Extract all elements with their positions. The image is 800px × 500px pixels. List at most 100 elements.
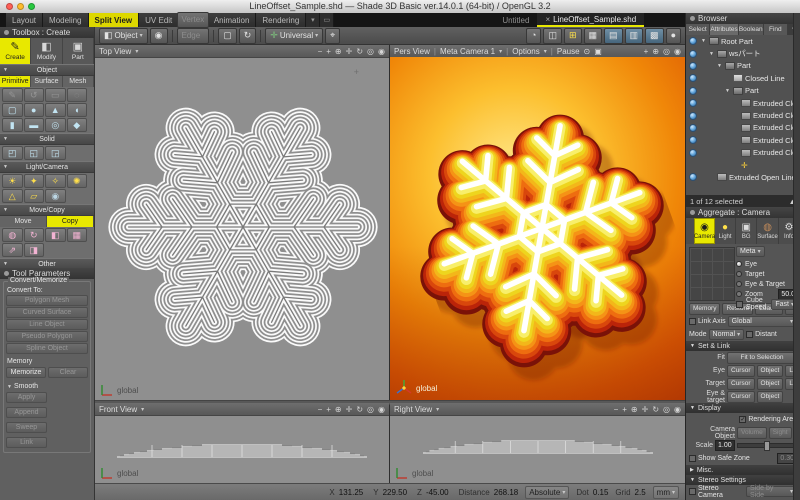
browser-tree-row[interactable]: ✛ (686, 159, 800, 171)
tab-overflow-button[interactable]: ▾ (306, 13, 320, 27)
section-misc[interactable]: ▶ Misc. (686, 465, 800, 475)
pers-options-menu[interactable]: Options (512, 47, 540, 56)
browser-header[interactable]: Browser (686, 13, 800, 24)
pose-tool-button[interactable]: ⌖ (325, 28, 340, 44)
camera-memory-button[interactable]: Memory (689, 303, 720, 315)
minimize-window-button[interactable] (17, 3, 24, 10)
marquee-select-button[interactable]: ▢ (218, 28, 237, 44)
pers-camera-menu[interactable]: Meta Camera 1 (440, 47, 495, 56)
sphere-icon[interactable]: ● (24, 103, 45, 117)
camera-meta-dropdown[interactable]: Meta ▾ (736, 246, 765, 257)
right-panel-scrollbar[interactable] (793, 13, 800, 500)
link-axis-checkbox[interactable] (689, 318, 696, 325)
distant-checkbox[interactable] (746, 331, 753, 338)
cube-icon[interactable]: ◆ (67, 118, 88, 132)
preview-render-button[interactable]: ● (666, 28, 681, 44)
scale-slider[interactable] (737, 443, 797, 448)
mode-tab[interactable]: Modeling (43, 13, 88, 27)
section-object[interactable]: ▼ Object (0, 64, 94, 76)
browser-tree-row[interactable]: ▼ Part (686, 60, 800, 72)
browser-tree-row[interactable]: Extruded Closed (686, 122, 800, 134)
viewport-zoom-control[interactable]: ⊕ (335, 405, 342, 414)
section-set-link[interactable]: ▼ Set & Link (686, 341, 800, 351)
viewport-zoom-control[interactable]: + (326, 47, 331, 56)
pers-view-canvas[interactable]: global (390, 57, 685, 400)
viewport-zoom-control[interactable]: + (326, 405, 331, 414)
view-quad-button[interactable]: ▥ (625, 28, 644, 44)
camera-mode-button[interactable]: ◉ (150, 28, 168, 44)
browser-tree-row[interactable]: ▼ Part (686, 85, 800, 97)
box-icon[interactable]: ▮ (2, 118, 23, 132)
object-type-tab[interactable]: Surface (31, 76, 62, 87)
toolbox-header[interactable]: Toolbox : Create (0, 27, 94, 38)
array-copy-icon[interactable]: ▦ (67, 228, 88, 242)
visibility-ball-icon[interactable] (689, 87, 697, 95)
twist-icon[interactable]: ▼ (700, 38, 707, 44)
mode-tab[interactable]: Split View (89, 13, 140, 27)
viewport-zoom-control[interactable]: ✛ (346, 405, 353, 414)
spot-light-icon[interactable]: ✦ (24, 174, 45, 188)
browser-tree-row[interactable]: Extruded Closed (686, 109, 800, 121)
viewport-zoom-control[interactable]: ⊕ (652, 47, 659, 56)
viewport-zoom-control[interactable]: ✛ (642, 405, 649, 414)
right-view-canvas[interactable]: global (390, 415, 685, 483)
section-stereo[interactable]: ▼ Stereo Settings (686, 475, 800, 485)
top-view-canvas[interactable]: + global (95, 57, 389, 400)
revolve-tool-icon[interactable]: ↺ (24, 88, 45, 102)
view-single-button[interactable]: ▤ (604, 28, 623, 44)
mode-tab[interactable]: Rendering (256, 13, 306, 27)
visibility-ball-icon[interactable] (689, 37, 697, 45)
top-view-label[interactable]: Top View (99, 47, 131, 56)
visibility-ball-icon[interactable] (689, 173, 697, 181)
copy-settings-button[interactable]: ◫ (543, 28, 562, 44)
move-copy-tab[interactable]: Move (0, 216, 47, 227)
visibility-ball-icon[interactable] (689, 74, 697, 82)
safe-zone-checkbox[interactable] (689, 455, 696, 462)
toolbox-tab-part[interactable]: ▣ Part (63, 38, 94, 64)
viewport-zoom-control[interactable]: + (644, 47, 649, 56)
browser-tab[interactable]: Select (686, 24, 710, 35)
camera-icon[interactable]: ◉ (45, 189, 66, 203)
aggregate-tab-surface[interactable]: ◍ Surface (757, 218, 779, 244)
object-type-tab[interactable]: Primitive (0, 76, 31, 87)
viewport-zoom-control[interactable]: ✛ (346, 47, 353, 56)
front-view-label[interactable]: Front View (99, 405, 137, 414)
mode-tab[interactable]: UV Edit (139, 13, 179, 27)
stereo-camera-checkbox[interactable] (689, 488, 696, 495)
cone-icon[interactable]: ▲ (45, 103, 66, 117)
section-light-camera[interactable]: ▼ Light/Camera (0, 161, 94, 173)
browser-tree-row[interactable]: Extruded Closed (686, 97, 800, 109)
object-mode-button[interactable]: ◧ Object ▾ (99, 28, 148, 44)
camera-target-radio[interactable]: Eye & Target (736, 279, 798, 289)
hemisphere-icon[interactable]: ◖ (67, 103, 88, 117)
viewport-zoom-control[interactable]: ◉ (674, 47, 681, 56)
toolbox-tab-create[interactable]: ✎ Create (0, 38, 31, 64)
pen-tool-icon[interactable]: ✎ (2, 88, 23, 102)
link-axis-dropdown[interactable]: Global ▾ (728, 316, 797, 327)
camera-target-radio[interactable]: Eye (736, 259, 798, 269)
scale-slider-knob[interactable] (764, 441, 770, 451)
rotate-tool-button[interactable]: ↻ (239, 28, 257, 44)
universal-manipulator-button[interactable]: ✛ Universal ▾ (265, 28, 323, 44)
viewport-zoom-control[interactable]: ◉ (378, 47, 385, 56)
smooth-label[interactable]: Smooth (14, 383, 38, 390)
browser-tab[interactable]: Attributes (710, 24, 738, 35)
camera-target-radio[interactable]: Target (736, 269, 798, 279)
section-display[interactable]: ▼ Display (686, 403, 800, 413)
sun-light-icon[interactable]: ☀ (2, 174, 23, 188)
doc-tab-untitled[interactable]: Untitled (494, 13, 537, 27)
section-move-copy[interactable]: ▼ Move/Copy (0, 204, 94, 216)
viewport-zoom-control[interactable]: ◎ (663, 47, 670, 56)
coordinate-mode-dropdown[interactable]: Absolute ▾ (525, 486, 569, 499)
visibility-ball-icon[interactable] (689, 99, 697, 107)
browser-tree-row[interactable]: ▼ wsパート (686, 47, 800, 59)
doc-tab-active[interactable]: × LineOffset_Sample.shd (537, 13, 644, 27)
scale-value-field[interactable]: 1.00 (715, 440, 735, 451)
circle-tool-icon[interactable]: ◌ (67, 88, 88, 102)
browser-tab[interactable]: Boolean (739, 24, 764, 35)
viewport-zoom-control[interactable]: − (318, 47, 323, 56)
path-light-icon[interactable]: △ (2, 189, 23, 203)
browser-tree-row[interactable]: ▼ Root Part (686, 35, 800, 47)
rounded-box-icon[interactable]: ▢ (2, 103, 23, 117)
visibility-ball-icon[interactable] (689, 136, 697, 144)
